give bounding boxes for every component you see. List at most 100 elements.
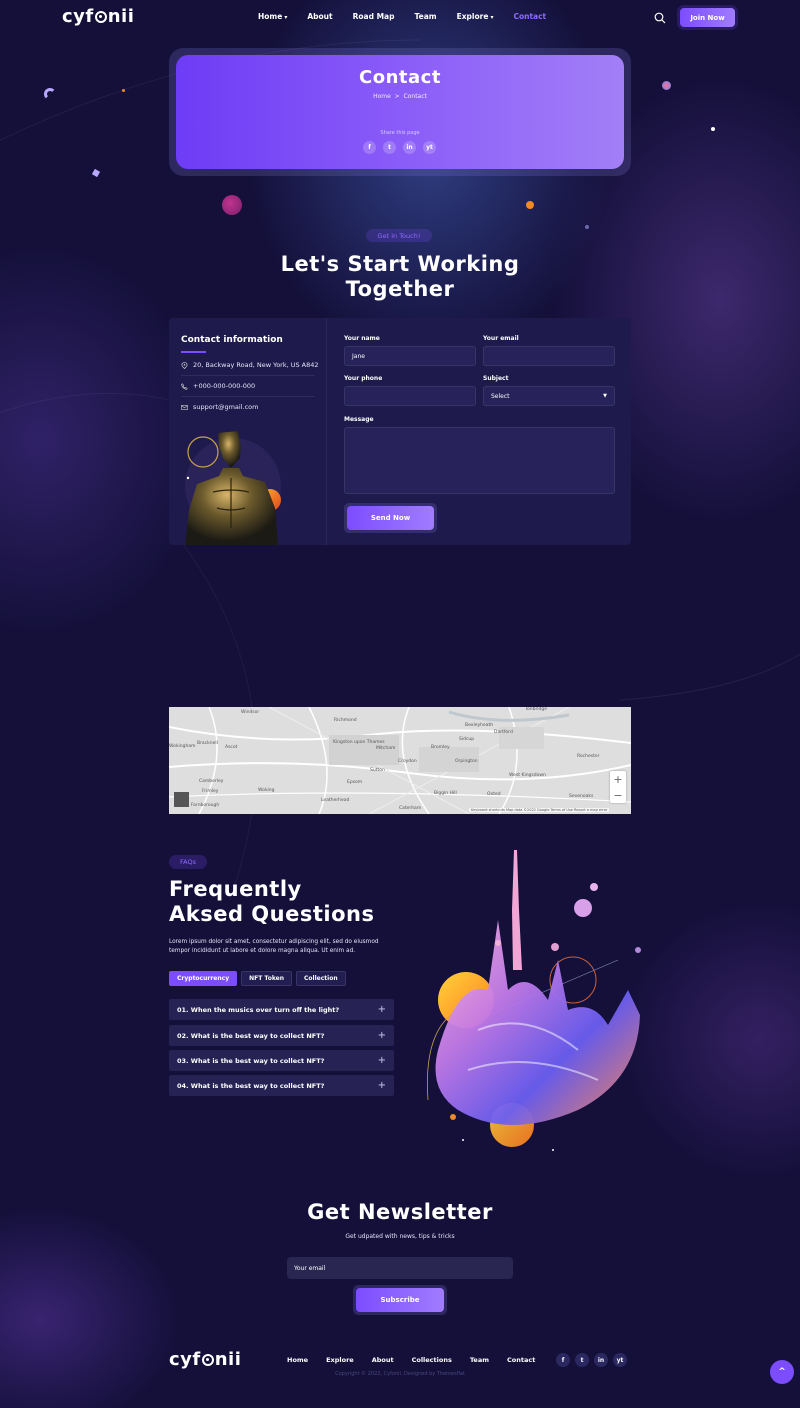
decor-dot — [585, 225, 589, 229]
linkedin-icon[interactable]: in — [594, 1353, 608, 1367]
plus-icon: + — [377, 1004, 386, 1015]
youtube-icon[interactable]: yt — [613, 1353, 627, 1367]
plus-icon: + — [377, 1030, 386, 1041]
zoom-in-button[interactable]: + — [610, 771, 626, 787]
phone-icon — [181, 382, 188, 390]
phone-row: +000-000-000-000 — [181, 382, 255, 390]
copyright-text: Copyright © 2022, Cyfonii. Designed by T… — [335, 1371, 465, 1377]
tab-collection[interactable]: Collection — [296, 971, 346, 986]
zoom-out-button[interactable]: − — [610, 787, 626, 803]
subject-select[interactable]: Select ▼ — [483, 386, 615, 406]
page-hero: Contact Home > Contact Share this page f… — [176, 55, 624, 169]
twitter-icon[interactable]: t — [575, 1353, 589, 1367]
breadcrumb-separator-icon: > — [394, 93, 400, 100]
contact-info-panel: Contact information 20, Backway Road, Ne… — [169, 318, 327, 545]
map-zoom-controls: + − — [610, 771, 626, 803]
footer-link-team[interactable]: Team — [470, 1356, 489, 1364]
email-text[interactable]: support@gmail.com — [193, 403, 258, 411]
mail-icon — [181, 404, 188, 410]
share-label: Share this page — [380, 130, 420, 136]
location-pin-icon — [181, 361, 188, 369]
email-field[interactable] — [483, 346, 615, 366]
phone-label: Your phone — [344, 375, 383, 382]
site-logo[interactable]: cyf nii — [62, 6, 134, 27]
nav-item-about[interactable]: About — [307, 12, 332, 21]
footer-link-explore[interactable]: Explore — [326, 1356, 354, 1364]
decor-dot — [122, 89, 125, 92]
nav-item-home[interactable]: Home ▾ — [258, 12, 287, 21]
faq-question[interactable]: 01. When the musics over turn off the li… — [169, 999, 394, 1020]
faq-description: Lorem ipsum dolor sit amet, consectetur … — [169, 939, 379, 954]
address-text: 20, Backway Road, New York, US A842 — [193, 361, 319, 369]
plus-icon: + — [377, 1055, 386, 1066]
message-label: Message — [344, 416, 374, 423]
footer-link-contact[interactable]: Contact — [507, 1356, 535, 1364]
section-title: Let's Start Working Together — [280, 252, 520, 301]
footer-link-collections[interactable]: Collections — [412, 1356, 452, 1364]
footer-link-about[interactable]: About — [372, 1356, 394, 1364]
share-buttons: f t in yt — [363, 141, 436, 154]
faq-question[interactable]: 03. What is the best way to collect NFT?… — [169, 1050, 394, 1071]
logo-ring-icon — [94, 11, 107, 23]
chevron-down-icon: ▼ — [603, 393, 607, 399]
faq-question[interactable]: 02. What is the best way to collect NFT?… — [169, 1025, 394, 1046]
decor-dot — [662, 81, 671, 90]
search-icon[interactable] — [654, 12, 666, 24]
title-underline — [181, 351, 206, 353]
facebook-icon[interactable]: f — [363, 141, 376, 154]
nav-item-explore[interactable]: Explore ▾ — [457, 12, 494, 21]
liquid-3d-illustration — [427, 850, 641, 1151]
name-label: Your name — [344, 335, 380, 342]
decor-arc — [44, 88, 56, 100]
facebook-icon[interactable]: f — [556, 1353, 570, 1367]
nav-item-contact[interactable]: Contact — [513, 12, 546, 21]
footer-nav: Home Explore About Collections Team Cont… — [287, 1356, 553, 1364]
nav-item-roadmap[interactable]: Road Map — [353, 12, 395, 21]
youtube-icon[interactable]: yt — [423, 141, 436, 154]
breadcrumb: Home > Contact — [176, 93, 624, 100]
subscribe-button[interactable]: Subscribe — [356, 1288, 444, 1312]
subject-label: Subject — [483, 375, 509, 382]
footer-link-home[interactable]: Home — [287, 1356, 308, 1364]
join-now-button[interactable]: Join Now — [680, 8, 735, 27]
contact-card: Contact information 20, Backway Road, Ne… — [169, 318, 631, 545]
send-now-button[interactable]: Send Now — [347, 506, 434, 530]
statue-illustration — [185, 431, 281, 545]
logo-ring-icon — [201, 1354, 214, 1366]
faq-title: Frequently Aksed Questions — [169, 877, 375, 926]
page-title: Contact — [359, 67, 441, 88]
phone-field[interactable] — [344, 386, 476, 406]
chevron-down-icon: ▾ — [284, 14, 288, 21]
section-tag: Get in Touch! — [366, 229, 432, 242]
name-field[interactable]: Jane — [344, 346, 476, 366]
email-row: support@gmail.com — [181, 403, 258, 411]
chevron-down-icon: ▾ — [490, 14, 494, 21]
divider — [181, 375, 315, 376]
email-label: Your email — [483, 335, 519, 342]
plus-icon: + — [377, 1080, 386, 1091]
tab-cryptocurrency[interactable]: Cryptocurrency — [169, 971, 238, 986]
scroll-to-top-button[interactable]: ^ — [770, 1360, 794, 1384]
main-nav: Home ▾ About Road Map Team Explore ▾ Conta… — [258, 12, 566, 21]
faq-tabs: Cryptocurrency NFT Token Collection — [169, 971, 346, 986]
faq-question[interactable]: 04. What is the best way to collect NFT?… — [169, 1075, 394, 1096]
breadcrumb-home[interactable]: Home — [373, 93, 391, 100]
divider — [181, 396, 315, 397]
footer-logo[interactable]: cyf nii — [169, 1349, 241, 1370]
message-textarea[interactable] — [344, 427, 615, 494]
twitter-icon[interactable]: t — [383, 141, 396, 154]
phone-text[interactable]: +000-000-000-000 — [193, 382, 255, 390]
newsletter-email-input[interactable]: Your email — [287, 1257, 513, 1279]
decor-dot — [526, 201, 534, 209]
nav-item-team[interactable]: Team — [415, 12, 437, 21]
linkedin-icon[interactable]: in — [403, 141, 416, 154]
newsletter-title: Get Newsletter — [307, 1200, 493, 1224]
newsletter-subtitle: Get udpated with news, tips & tricks — [345, 1233, 455, 1240]
map-embed[interactable]: Windsor Richmond Bexleyheath Dartford Or… — [169, 707, 631, 814]
decor-dot — [711, 127, 715, 131]
map-attribution[interactable]: Keyboard shortcuts Map data ©2022 Google… — [469, 808, 610, 812]
faq-tag: FAQs — [169, 855, 207, 869]
footer-social: f t in yt — [556, 1353, 627, 1367]
breadcrumb-current: Contact — [403, 93, 427, 100]
tab-nft-token[interactable]: NFT Token — [241, 971, 293, 986]
